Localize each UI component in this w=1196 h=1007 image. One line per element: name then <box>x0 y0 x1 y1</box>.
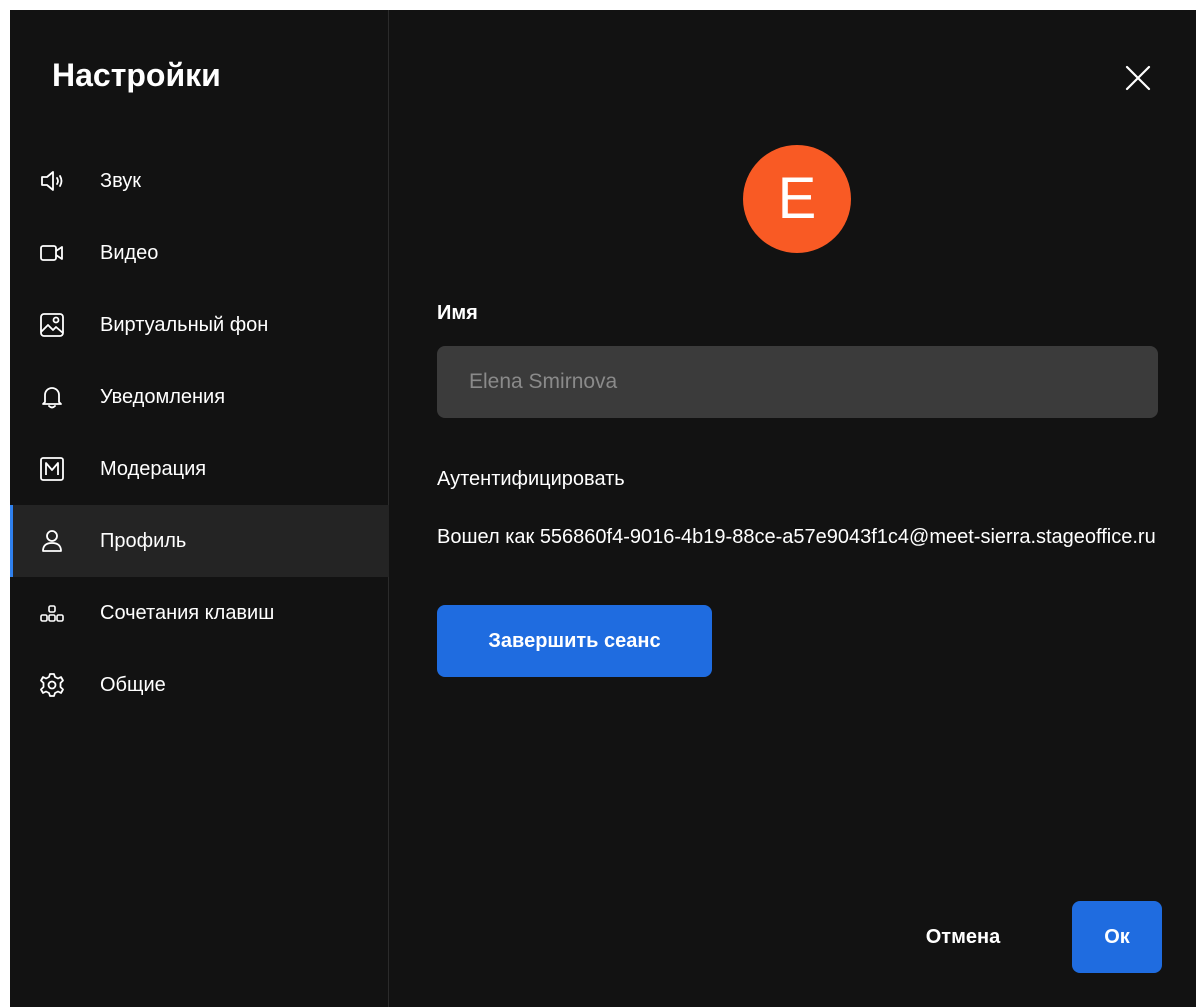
speaker-icon <box>39 168 65 194</box>
name-input[interactable] <box>437 346 1158 418</box>
sidebar-item-label: Уведомления <box>100 386 226 408</box>
sidebar-item-virtual-background[interactable]: Виртуальный фон <box>10 289 389 361</box>
end-session-button[interactable]: Завершить сеанс <box>437 605 712 677</box>
auth-section-title: Аутентифицировать <box>437 468 625 490</box>
sidebar-item-label: Звук <box>100 170 142 192</box>
image-icon <box>39 312 65 338</box>
sidebar-item-label: Модерация <box>100 458 207 480</box>
sidebar-item-label: Виртуальный фон <box>100 314 269 336</box>
name-label: Имя <box>437 302 478 324</box>
settings-title: Настройки <box>52 57 221 93</box>
shortcuts-icon <box>39 600 65 626</box>
sidebar-item-video[interactable]: Видео <box>10 217 389 289</box>
auth-logged-in-text: Вошел как 556860f4-9016-4b19-88ce-a57e90… <box>437 526 1156 548</box>
ok-button[interactable]: Ок <box>1072 901 1162 973</box>
sidebar-item-profile[interactable]: Профиль <box>10 505 389 577</box>
sidebar-item-label: Сочетания клавиш <box>100 602 275 624</box>
settings-sidebar: Настройки Звук Видео Виртуальный фон Уве… <box>10 10 389 1007</box>
settings-nav: Звук Видео Виртуальный фон Уведомления М… <box>10 145 389 721</box>
close-button[interactable] <box>1122 62 1154 94</box>
profile-panel: E Имя Аутентифицировать Вошел как 556860… <box>390 10 1196 1007</box>
user-icon <box>39 528 65 554</box>
close-icon <box>1125 65 1151 91</box>
sidebar-item-moderation[interactable]: Модерация <box>10 433 389 505</box>
sidebar-item-sound[interactable]: Звук <box>10 145 389 217</box>
sidebar-item-label: Профиль <box>100 530 187 552</box>
moderation-icon <box>39 456 65 482</box>
sidebar-item-label: Видео <box>100 242 159 264</box>
cancel-button[interactable]: Отмена <box>895 901 1031 973</box>
sidebar-item-label: Общие <box>100 674 166 696</box>
gear-icon <box>39 672 65 698</box>
bell-icon <box>39 384 65 410</box>
sidebar-item-general[interactable]: Общие <box>10 649 389 721</box>
avatar: E <box>743 145 851 253</box>
sidebar-item-shortcuts[interactable]: Сочетания клавиш <box>10 577 389 649</box>
sidebar-item-notifications[interactable]: Уведомления <box>10 361 389 433</box>
video-camera-icon <box>39 240 65 266</box>
settings-dialog: Настройки Звук Видео Виртуальный фон Уве… <box>10 10 1196 1007</box>
